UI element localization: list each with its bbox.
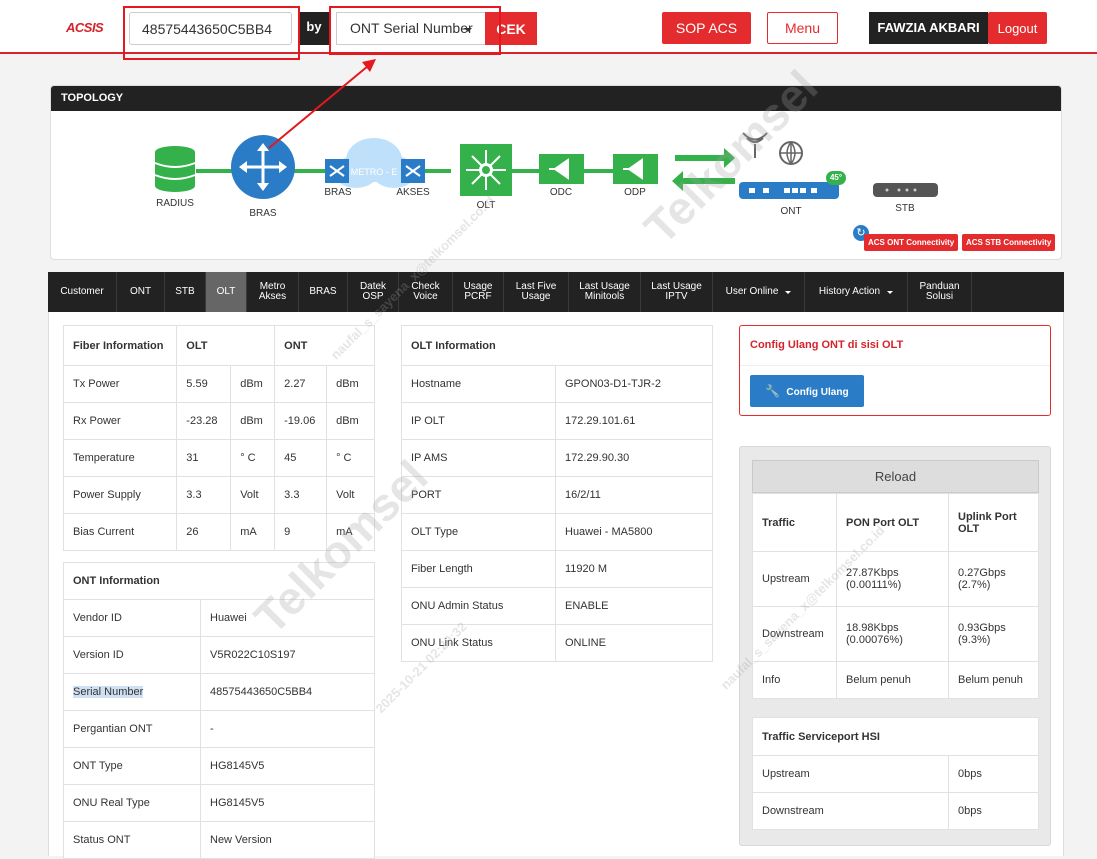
tab-olt[interactable]: OLT	[206, 272, 247, 312]
annotation-arrow	[268, 59, 376, 149]
tab-panduan-solusi[interactable]: Panduan Solusi	[908, 272, 972, 312]
table-row: IP AMS 172.29.90.30	[401, 439, 713, 477]
tab-last-usage-iptv[interactable]: Last Usage IPTV	[641, 272, 713, 312]
table-row: Downstream 0bps	[752, 792, 1039, 830]
caret-down-icon	[785, 290, 792, 294]
tab-customer[interactable]: Customer	[48, 272, 117, 312]
table-row: Vendor ID Huawei	[63, 599, 375, 637]
config-ulang-title: Config Ulang ONT di sisi OLT	[740, 326, 1050, 366]
table-row: Pergantian ONT -	[63, 710, 375, 748]
table-row: Power Supply 3.3 Volt 3.3 Volt	[62, 476, 375, 514]
table-row: Bias Current 26 mA 9 mA	[62, 513, 375, 551]
tab-stb[interactable]: STB	[165, 272, 206, 312]
table-row: Fiber Length 11920 M	[401, 550, 713, 588]
table-row: Serial Number 48575443650C5BB4	[63, 673, 375, 711]
table-row: ONU Real Type HG8145V5	[63, 784, 375, 822]
serviceport-title: Traffic Serviceport HSI	[752, 717, 1039, 756]
table-row: OLT Type Huawei - MA5800	[401, 513, 713, 551]
table-row: IP OLT 172.29.101.61	[401, 402, 713, 440]
fiber-information-table: Fiber Information OLT ONT Tx Power 5.59 dB…	[62, 325, 375, 551]
tab-datek-osp[interactable]: Datek OSP	[348, 272, 399, 312]
serial-number-label: Serial Number	[73, 686, 144, 698]
traffic-table: Traffic PON Port OLT Uplink Port OLT Ups…	[752, 493, 1039, 699]
tab-last-five-usage[interactable]: Last Five Usage	[504, 272, 569, 312]
table-row: Rx Power -23.28 dBm -19.06 dBm	[62, 402, 375, 440]
table-row: Upstream 0bps	[752, 755, 1039, 793]
table-row: Upstream 27.87Kbps (0.00111%) 0.27Gbps (2.…	[752, 551, 1039, 607]
fiber-header-olt: OLT	[176, 325, 276, 366]
tab-history-action[interactable]: History Action	[805, 272, 908, 312]
tab-metro-akses[interactable]: Metro Akses	[247, 272, 299, 312]
table-row: Info Belum penuh Belum penuh	[752, 661, 1039, 699]
wrench-icon: 🔧	[765, 384, 781, 398]
olt-info-title: OLT Information	[401, 325, 713, 366]
fiber-header-ont: ONT	[274, 325, 375, 366]
tab-bras[interactable]: BRAS	[299, 272, 348, 312]
table-row: Temperature 31 ° C 45 ° C	[62, 439, 375, 477]
table-row: Tx Power 5.59 dBm 2.27 dBm	[62, 365, 375, 403]
table-row: Status ONT New Version	[63, 821, 375, 859]
caret-down-icon	[887, 290, 894, 294]
serviceport-table: Traffic Serviceport HSI Upstream 0bps Dow…	[752, 717, 1039, 830]
ont-information-table: ONT Information Vendor ID Huawei Version …	[63, 562, 375, 859]
config-ulang-button[interactable]: 🔧 Config Ulang	[750, 375, 864, 407]
table-row: ONU Link Status ONLINE	[401, 624, 713, 662]
tab-ont[interactable]: ONT	[117, 272, 165, 312]
table-row: PORT 16/2/11	[401, 476, 713, 514]
tab-usage-pcrf[interactable]: Usage PCRF	[453, 272, 504, 312]
tab-user-online[interactable]: User Online	[713, 272, 805, 312]
traffic-panel: Reload Traffic PON Port OLT Uplink Port …	[739, 446, 1051, 846]
table-row: Version ID V5R022C10S197	[63, 636, 375, 674]
olt-information-table: OLT Information Hostname GPON03-D1-TJR-2 …	[401, 325, 713, 662]
config-ulang-panel: Config Ulang ONT di sisi OLT 🔧 Config Ula…	[739, 325, 1051, 416]
table-row: Hostname GPON03-D1-TJR-2	[401, 365, 713, 403]
fiber-header-label: Fiber Information	[62, 325, 178, 366]
table-row: Downstream 18.98Kbps (0.00076%) 0.93Gbps (…	[752, 606, 1039, 662]
table-row: ONU Admin Status ENABLE	[401, 587, 713, 625]
reload-button[interactable]: Reload	[752, 460, 1039, 493]
tab-last-usage-minitools[interactable]: Last Usage Minitools	[569, 272, 641, 312]
table-row: ONT Type HG8145V5	[63, 747, 375, 785]
olt-content: Fiber Information OLT ONT Tx Power 5.59 dB…	[48, 312, 1064, 859]
tab-check-voice[interactable]: Check Voice	[399, 272, 453, 312]
ont-info-title: ONT Information	[63, 562, 375, 600]
nav-tabs: Customer ONT STB OLT Metro Akses BRAS Da…	[48, 272, 1064, 312]
